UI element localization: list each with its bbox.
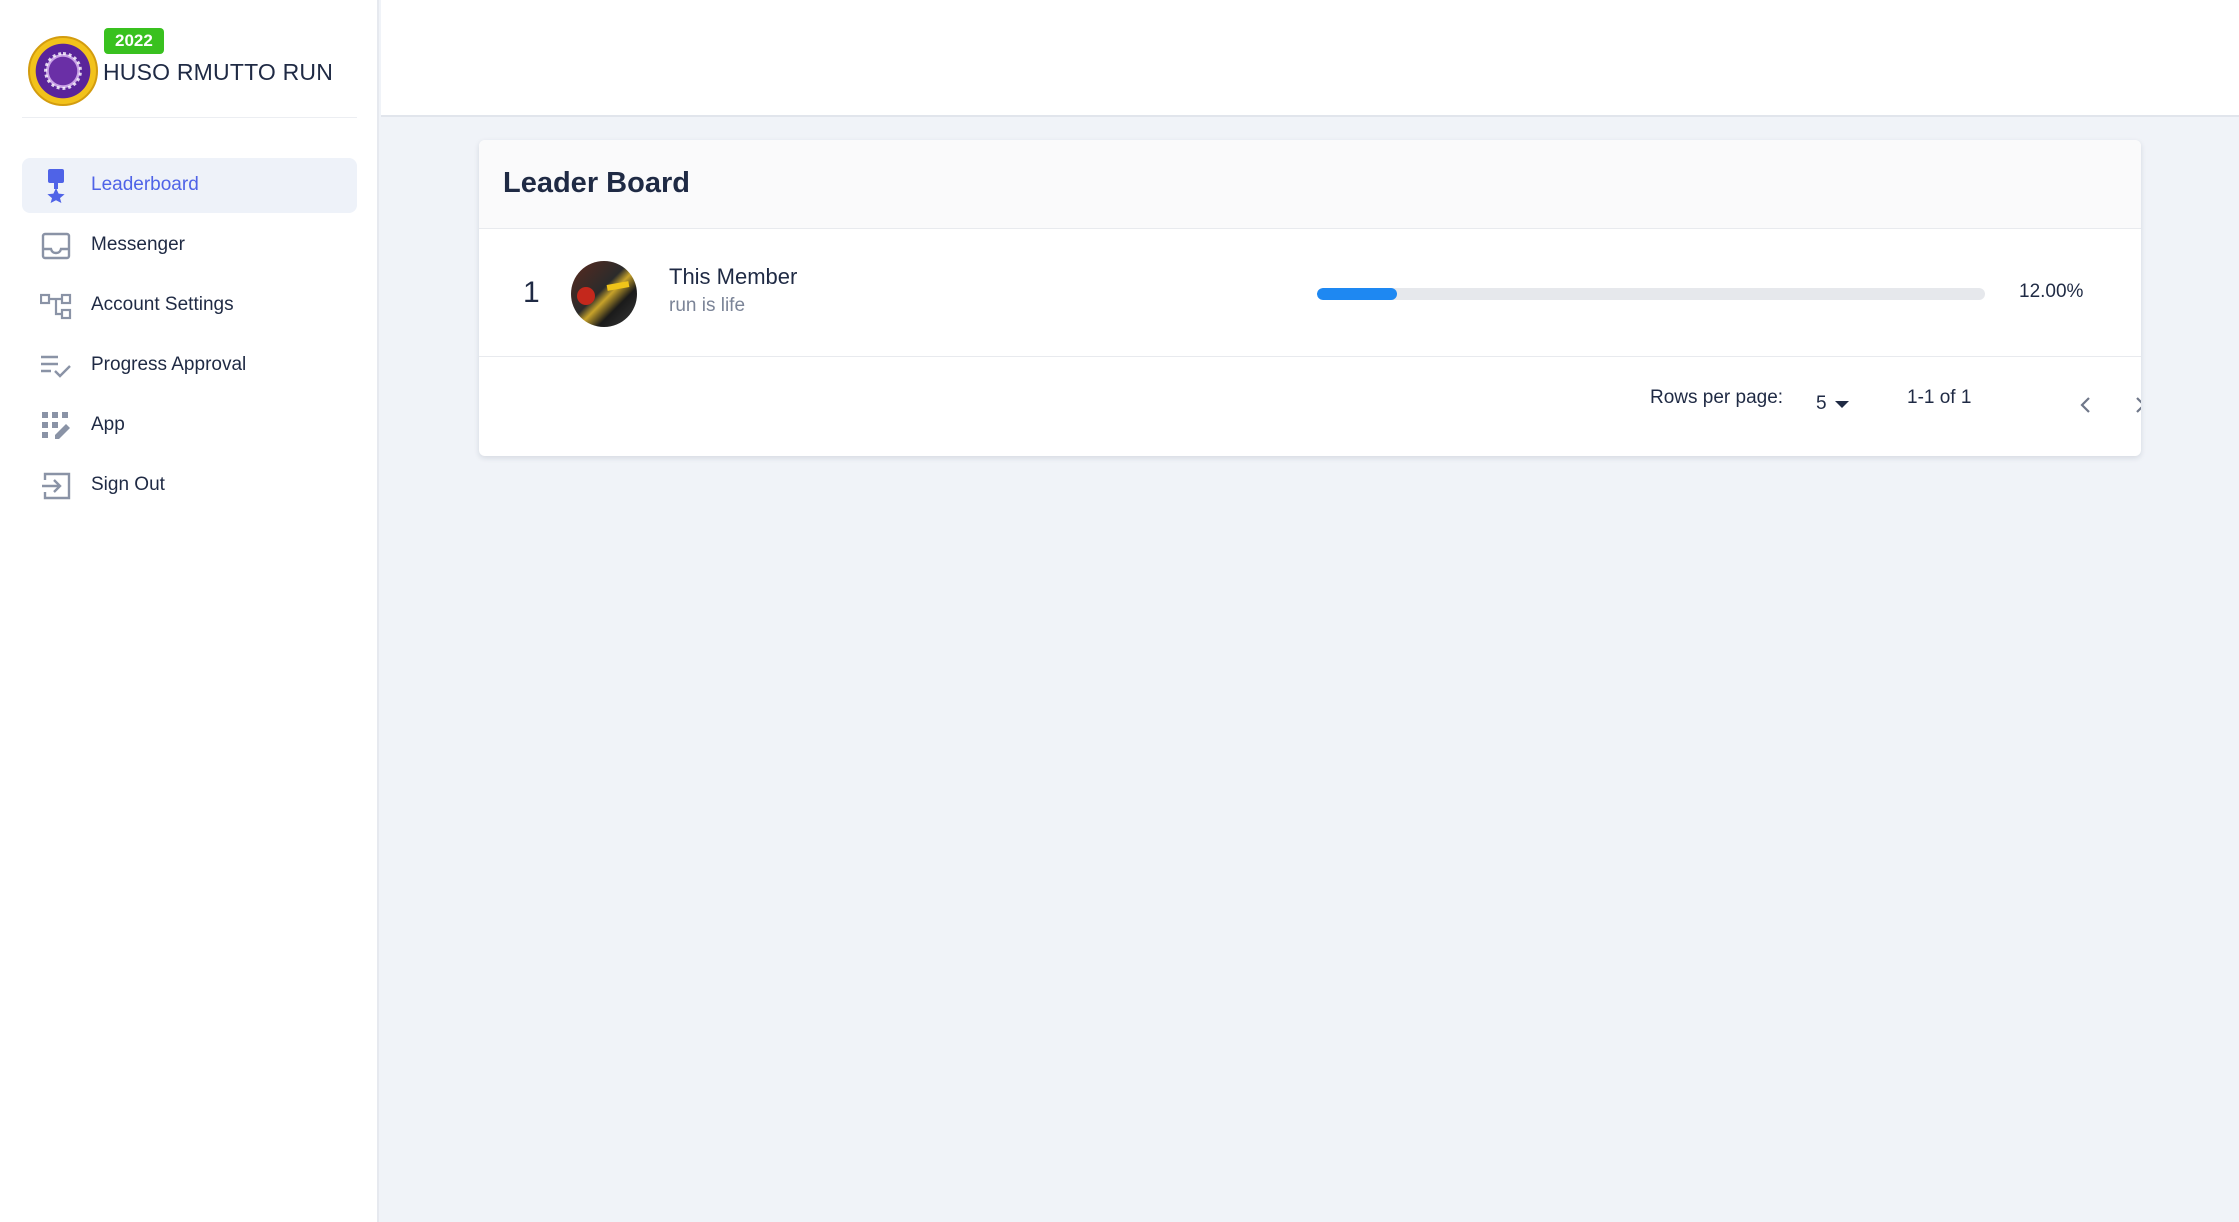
app-grid-edit-icon [40,410,72,442]
rows-per-page-value: 5 [1816,393,1827,414]
sidebar-item-app[interactable]: App [22,398,357,453]
medal-icon [40,169,72,203]
sign-out-icon [40,470,72,502]
progress-percent: 12.00% [2019,281,2084,302]
sidebar-item-account-settings[interactable]: Account Settings [22,278,357,333]
page-title: Leader Board [503,167,690,199]
year-badge: 2022 [104,28,164,54]
sidebar-item-progress-approval[interactable]: Progress Approval [22,338,357,393]
sidebar-nav: Leaderboard Messenger Account Settings P… [22,158,357,518]
member-name: This Member [669,264,798,289]
progress-bar [1317,288,1985,300]
brand-logo [28,36,98,106]
brand[interactable]: 2022 HUSO RMUTTO RUN [22,22,357,118]
pagination-range: 1-1 of 1 [1907,387,1972,408]
card-header: Leader Board [479,140,2141,229]
sidebar: 2022 HUSO RMUTTO RUN Leaderboard Messeng… [0,0,379,1222]
sidebar-item-sign-out[interactable]: Sign Out [22,458,357,513]
sidebar-item-label: Messenger [91,234,185,255]
caret-down-icon [1834,400,1849,408]
next-page-button[interactable] [2123,387,2141,423]
sidebar-item-label: App [91,414,125,435]
brand-name: HUSO RMUTTO RUN [103,59,334,85]
top-bar [381,0,2239,117]
list-check-icon [40,350,72,382]
rows-per-page-select[interactable]: 5 [1816,393,1849,415]
chevron-left-icon [2080,397,2090,413]
sidebar-item-leaderboard[interactable]: Leaderboard [22,158,357,213]
rows-per-page-label: Rows per page: [1650,387,1784,408]
sidebar-item-messenger[interactable]: Messenger [22,218,357,273]
pagination-footer: Rows per page: 5 1-1 of 1 [479,357,2141,455]
chevron-right-icon [2136,397,2141,413]
sidebar-item-label: Progress Approval [91,354,247,375]
leaderboard-card: Leader Board 1 This Member run is life 1… [479,140,2141,456]
previous-page-button[interactable] [2067,387,2103,423]
rank-number: 1 [523,276,540,309]
sidebar-item-label: Leaderboard [91,174,199,195]
sitemap-icon [40,290,72,322]
progress-fill [1317,288,1398,300]
sidebar-item-label: Sign Out [91,474,165,495]
member-subtitle: run is life [669,295,746,316]
table-row[interactable]: 1 This Member run is life 12.00% [479,229,2141,357]
sidebar-item-label: Account Settings [91,294,234,315]
avatar [571,261,637,327]
inbox-icon [40,230,72,262]
